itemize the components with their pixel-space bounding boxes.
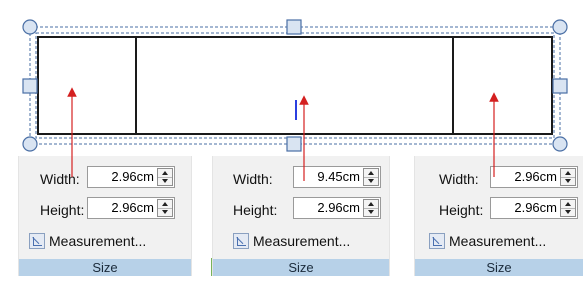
width-value[interactable]: 9.45cm: [317, 169, 360, 185]
height-spinbox[interactable]: 2.96cm: [293, 197, 381, 219]
spin-buttons: [363, 168, 379, 186]
resize-handle-bottom[interactable]: [286, 136, 302, 152]
measurement-button[interactable]: Measurement...: [429, 230, 546, 252]
measurement-icon: [233, 233, 249, 249]
height-value[interactable]: 2.96cm: [514, 200, 557, 216]
spin-buttons: [363, 199, 379, 217]
resize-handle-bottom-right[interactable]: [552, 136, 568, 152]
width-label: Width:: [40, 171, 80, 187]
resize-handle-top-right[interactable]: [552, 19, 568, 35]
height-spinbox[interactable]: 2.96cm: [87, 197, 175, 219]
spin-down-icon[interactable]: [364, 177, 378, 185]
height-label: Height:: [233, 202, 278, 218]
resize-handle-top[interactable]: [286, 19, 302, 35]
resize-handle-left[interactable]: [22, 78, 38, 94]
divider: [211, 258, 212, 276]
height-label: Height:: [40, 202, 85, 218]
size-group-label: Size: [213, 259, 389, 276]
spin-down-icon[interactable]: [561, 177, 575, 185]
height-value[interactable]: 2.96cm: [317, 200, 360, 216]
width-spinbox[interactable]: 2.96cm: [87, 166, 175, 188]
spin-down-icon[interactable]: [561, 208, 575, 216]
resize-handle-bottom-left[interactable]: [22, 136, 38, 152]
width-spinbox[interactable]: 2.96cm: [490, 166, 578, 188]
spin-buttons: [560, 168, 576, 186]
height-value[interactable]: 2.96cm: [111, 200, 154, 216]
height-label: Height:: [439, 202, 484, 218]
spin-down-icon[interactable]: [364, 208, 378, 216]
resize-handle-right[interactable]: [552, 78, 568, 94]
width-spinbox[interactable]: 9.45cm: [293, 166, 381, 188]
measurement-label: Measurement...: [49, 233, 147, 249]
resize-handle-top-left[interactable]: [22, 19, 38, 35]
measurement-button[interactable]: Measurement...: [29, 230, 146, 252]
width-label: Width:: [439, 171, 479, 187]
size-group-label: Size: [415, 259, 583, 276]
height-spinbox[interactable]: 2.96cm: [490, 197, 578, 219]
spin-buttons: [560, 199, 576, 217]
width-value[interactable]: 2.96cm: [111, 169, 154, 185]
size-panel-left: Width: 2.96cm Height: 2.96cm Measurement…: [18, 156, 192, 276]
measurement-icon: [429, 233, 445, 249]
spin-down-icon[interactable]: [158, 208, 172, 216]
measurement-label: Measurement...: [449, 233, 547, 249]
spin-buttons: [157, 168, 173, 186]
measurement-icon: [29, 233, 45, 249]
measurement-label: Measurement...: [253, 233, 351, 249]
size-group-label: Size: [19, 259, 191, 276]
measurement-button[interactable]: Measurement...: [233, 230, 350, 252]
width-label: Width:: [233, 171, 273, 187]
size-panel-right: Width: 2.96cm Height: 2.96cm Measurement…: [414, 156, 583, 276]
size-panel-middle: Width: 9.45cm Height: 2.96cm Measurement…: [212, 156, 390, 276]
width-value[interactable]: 2.96cm: [514, 169, 557, 185]
spin-buttons: [157, 199, 173, 217]
spin-down-icon[interactable]: [158, 177, 172, 185]
